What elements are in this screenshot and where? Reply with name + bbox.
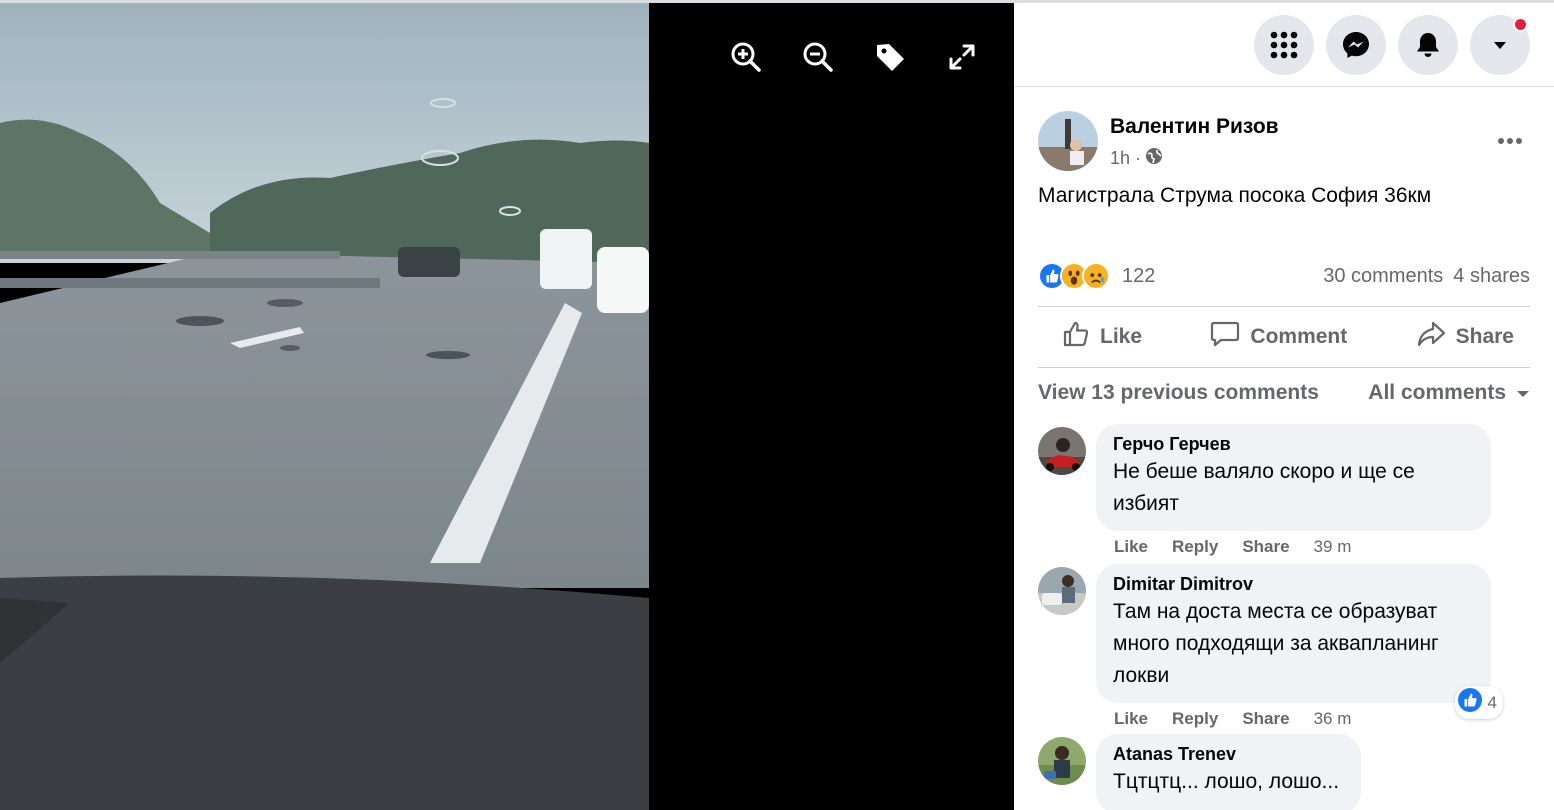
comment-reply-link[interactable]: Reply — [1172, 709, 1218, 729]
comment-share-link[interactable]: Share — [1242, 709, 1289, 729]
photo-viewer — [0, 3, 1014, 810]
comment-share-link[interactable]: Share — [1242, 537, 1289, 557]
share-button[interactable]: Share — [1416, 320, 1514, 354]
zoom-out-icon[interactable] — [802, 37, 834, 77]
view-previous-comments[interactable]: View 13 previous comments — [1038, 381, 1319, 405]
comments-filter-dropdown[interactable]: All comments — [1368, 381, 1530, 405]
comment-bubble: Atanas Trenev Тцтцтц... лошо, лошо... — [1096, 734, 1361, 810]
comment-bubble: Dimitar Dimitrov Там на доста места се о… — [1096, 564, 1503, 719]
more-options-icon[interactable] — [1490, 123, 1530, 159]
comment-bubble: Герчо Герчев Не беше валяло скоро и ще с… — [1096, 424, 1491, 531]
comment-text-line: много подходящи за аквапланинг — [1113, 632, 1439, 655]
reaction-summary[interactable] — [1038, 262, 1110, 290]
comment-time[interactable]: 39 m — [1314, 537, 1352, 557]
messenger-icon[interactable] — [1326, 15, 1386, 75]
comment-text-line: Тцтцтц... лошо, лошо... — [1113, 770, 1340, 793]
commenter-avatar[interactable] — [1038, 567, 1086, 615]
comment: Atanas Trenev Тцтцтц... лошо, лошо... — [1038, 734, 1361, 810]
comments-bar: View 13 previous comments All comments — [1038, 378, 1530, 408]
commenter-avatar[interactable] — [1038, 427, 1086, 475]
menu-grid-icon[interactable] — [1254, 15, 1314, 75]
post-author-name[interactable]: Валентин Ризов — [1110, 115, 1279, 139]
chevron-down-icon — [1516, 381, 1530, 405]
comment-like-link[interactable]: Like — [1114, 537, 1148, 557]
share-button-label: Share — [1455, 325, 1514, 348]
comments-count[interactable]: 30 comments — [1323, 265, 1443, 288]
reaction-count[interactable]: 122 — [1122, 265, 1155, 288]
shares-count[interactable]: 4 shares — [1453, 265, 1530, 288]
commenter-avatar[interactable] — [1038, 737, 1086, 785]
commenter-name[interactable]: Dimitar Dimitrov — [1113, 574, 1473, 595]
comment: Dimitar Dimitrov Там на доста места се о… — [1038, 564, 1503, 729]
notifications-bell-icon[interactable] — [1398, 15, 1458, 75]
comment-button-label: Comment — [1250, 325, 1348, 348]
comment-time[interactable]: 36 m — [1314, 709, 1352, 729]
post-time[interactable]: 1h · — [1110, 148, 1141, 169]
post-panel: Валентин Ризов 1h · Магистрала Струма по… — [1014, 3, 1554, 810]
comment-text-line: Не беше валяло скоро и ще се — [1113, 460, 1415, 483]
comment-icon — [1210, 320, 1240, 354]
notification-dot — [1513, 17, 1528, 32]
like-reaction-icon — [1457, 688, 1482, 717]
post-stats: 122 30 comments 4 shares — [1038, 261, 1530, 291]
like-icon — [1062, 320, 1090, 354]
comment-text-line: локви — [1113, 664, 1170, 687]
share-icon — [1416, 320, 1446, 354]
comment-reactions[interactable]: 4 — [1454, 686, 1503, 719]
commenter-name[interactable]: Герчо Герчев — [1113, 434, 1473, 455]
sad-reaction-icon — [1082, 262, 1110, 290]
comment-text-line: избият — [1113, 492, 1179, 515]
like-button-label: Like — [1100, 325, 1143, 348]
comment-reaction-count: 4 — [1487, 692, 1497, 712]
comment-button[interactable]: Comment — [1210, 320, 1347, 354]
comment-like-link[interactable]: Like — [1114, 709, 1148, 729]
post-header: Валентин Ризов 1h · — [1038, 111, 1279, 171]
post-photo — [0, 3, 649, 810]
zoom-in-icon[interactable] — [730, 37, 762, 77]
commenter-name[interactable]: Atanas Trenev — [1113, 744, 1343, 765]
comment-reply-link[interactable]: Reply — [1172, 537, 1218, 557]
like-button[interactable]: Like — [1062, 320, 1142, 354]
globe-icon — [1145, 147, 1163, 170]
comment-text-line: Там на доста места се образуват — [1113, 600, 1438, 623]
fullscreen-icon[interactable] — [946, 37, 978, 77]
comments-filter-label: All comments — [1368, 381, 1506, 404]
post-text: Магистрала Струма посока София 36км — [1038, 184, 1432, 207]
comment: Герчо Герчев Не беше валяло скоро и ще с… — [1038, 424, 1491, 557]
author-avatar[interactable] — [1038, 111, 1098, 171]
viewer-toolbar — [730, 37, 978, 77]
top-navigation — [1014, 3, 1554, 87]
post-actions: Like Comment Share — [1038, 306, 1530, 368]
account-dropdown-icon[interactable] — [1470, 15, 1530, 75]
tag-icon[interactable] — [874, 37, 906, 77]
